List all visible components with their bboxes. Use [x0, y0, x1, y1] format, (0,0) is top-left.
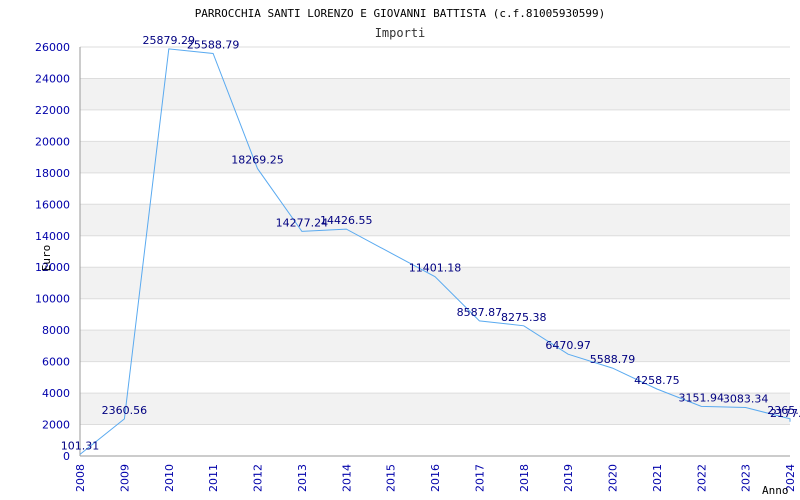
grid-band: [80, 78, 790, 110]
y-tick-label: 16000: [35, 198, 70, 211]
x-tick-label: 2009: [118, 464, 131, 492]
y-tick-label: 10000: [35, 293, 70, 306]
x-tick-label: 2017: [473, 464, 486, 492]
grid-band: [80, 141, 790, 173]
x-tick-label: 2013: [296, 464, 309, 492]
x-axis-label: Anno: [762, 484, 789, 497]
grid-band: [80, 204, 790, 236]
y-axis-label: Euro: [40, 245, 53, 272]
x-axis-ticks: 2008 2009 2010 2011 2012 2013 2014 2015 2016 2017…: [74, 464, 797, 492]
data-label: 3083.34: [723, 392, 769, 405]
x-tick-label: 2022: [695, 464, 708, 492]
y-tick-label: 20000: [35, 135, 70, 148]
x-tick-label: 2011: [207, 464, 220, 492]
data-label: 8275.38: [501, 311, 547, 324]
y-tick-label: 22000: [35, 104, 70, 117]
grid-bands: [80, 78, 790, 425]
data-label: 25588.79: [187, 38, 240, 51]
data-label: 3151.94: [679, 391, 725, 404]
grid-band: [80, 330, 790, 362]
y-tick-label: 6000: [42, 356, 70, 369]
x-tick-label: 2014: [340, 464, 353, 492]
x-tick-label: 2020: [607, 464, 620, 492]
x-tick-label: 2018: [518, 464, 531, 492]
data-label: 11401.18: [409, 262, 462, 275]
y-tick-label: 4000: [42, 387, 70, 400]
x-tick-label: 2021: [651, 464, 664, 492]
data-label: 6470.97: [545, 339, 591, 352]
x-tick-label: 2008: [74, 464, 87, 492]
y-tick-label: 14000: [35, 230, 70, 243]
y-tick-label: 24000: [35, 72, 70, 85]
data-label: 2360.56: [102, 404, 148, 417]
y-tick-label: 18000: [35, 167, 70, 180]
data-label: 2177.0: [770, 407, 800, 420]
data-label: 18269.25: [231, 154, 284, 167]
data-label: 5588.79: [590, 353, 636, 366]
chart-title: PARROCCHIA SANTI LORENZO E GIOVANNI BATT…: [195, 7, 606, 20]
y-tick-label: 8000: [42, 324, 70, 337]
y-tick-label: 2000: [42, 419, 70, 432]
x-tick-label: 2023: [740, 464, 753, 492]
x-tick-label: 2019: [562, 464, 575, 492]
chart-subtitle: Importi: [375, 26, 426, 40]
data-label: 8587.87: [457, 306, 503, 319]
data-label: 101.31: [61, 439, 100, 452]
data-label: 4258.75: [634, 374, 680, 387]
x-tick-label: 2012: [252, 464, 265, 492]
x-tick-label: 2016: [429, 464, 442, 492]
y-tick-label: 26000: [35, 41, 70, 54]
line-chart: PARROCCHIA SANTI LORENZO E GIOVANNI BATT…: [35, 7, 800, 497]
x-tick-label: 2010: [163, 464, 176, 492]
data-label: 14426.55: [320, 214, 373, 227]
x-tick-label: 2015: [385, 464, 398, 492]
